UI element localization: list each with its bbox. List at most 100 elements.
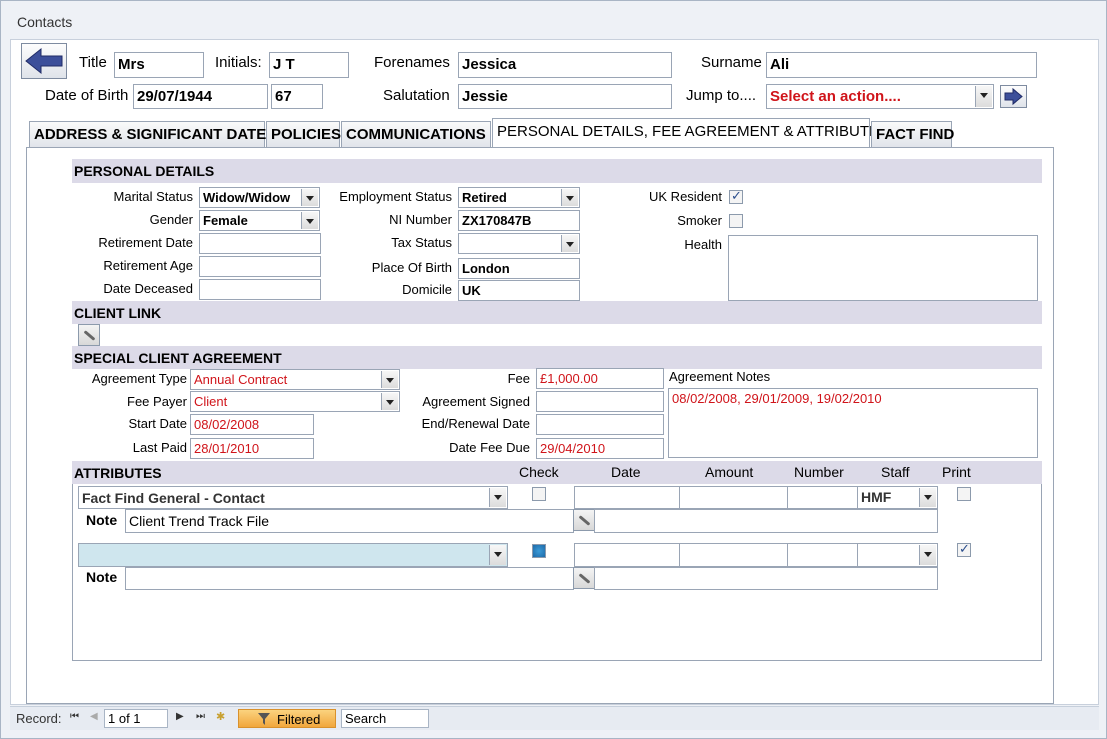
title-field[interactable]: Mrs: [114, 52, 204, 78]
tab-fact-find[interactable]: FACT FIND: [871, 121, 954, 147]
attribute-staff-value: HMF: [861, 489, 892, 505]
note-label: Note: [86, 512, 118, 528]
record-position-value: 1 of 1: [108, 711, 141, 726]
marital-status-select[interactable]: Widow/Widow: [199, 187, 320, 208]
employment-status-select[interactable]: Retired: [458, 187, 580, 208]
filtered-label: Filtered: [277, 712, 321, 727]
salutation-label: Salutation: [383, 87, 450, 104]
last-record-icon[interactable]: ⏭: [196, 711, 205, 722]
chevron-down-icon[interactable]: [975, 86, 992, 107]
first-record-icon[interactable]: ⏮: [70, 711, 79, 722]
date-fee-due-field[interactable]: 29/04/2010: [536, 438, 664, 459]
client-link-heading: CLIENT LINK: [72, 301, 1042, 324]
col-number: Number: [794, 464, 844, 480]
back-button[interactable]: [21, 43, 67, 79]
attribute-amount-field[interactable]: [679, 543, 788, 567]
attribute-select[interactable]: Fact Find General - Contact: [78, 486, 508, 509]
chevron-down-icon[interactable]: [489, 545, 506, 565]
salutation-field[interactable]: Jessie: [458, 84, 672, 109]
surname-field[interactable]: Ali: [766, 52, 1037, 78]
tab-personal-details[interactable]: PERSONAL DETAILS, FEE AGREEMENT & ATTRIB…: [492, 118, 889, 148]
agreement-type-label: Agreement Type: [91, 371, 187, 386]
attribute-check-checkbox[interactable]: [532, 544, 546, 558]
start-date-field[interactable]: 08/02/2008: [190, 414, 314, 435]
new-record-icon[interactable]: ✱: [216, 710, 225, 723]
record-navigation-bar: Record: ⏮ ◀ 1 of 1 ▶ ⏭ ✱ Filtered Search: [10, 706, 1099, 730]
retirement-age-field[interactable]: [199, 256, 321, 277]
note-extra-field[interactable]: [594, 567, 938, 590]
arrow-right-icon: [1004, 87, 1023, 106]
date-deceased-field[interactable]: [199, 279, 321, 300]
chevron-down-icon[interactable]: [381, 371, 398, 388]
chevron-down-icon[interactable]: [381, 393, 398, 410]
window-title: Contacts: [17, 14, 73, 30]
attribute-check-checkbox[interactable]: [532, 487, 546, 501]
domicile-field[interactable]: UK: [458, 280, 580, 301]
tax-status-label: Tax Status: [391, 235, 452, 250]
forenames-field[interactable]: Jessica: [458, 52, 672, 78]
jump-go-button[interactable]: [1000, 85, 1027, 108]
agreement-signed-label: Agreement Signed: [422, 394, 530, 409]
chevron-down-icon[interactable]: [561, 189, 578, 206]
jump-to-select[interactable]: Select an action....: [766, 84, 994, 109]
health-field[interactable]: [728, 235, 1038, 301]
note-field[interactable]: [125, 567, 574, 590]
tax-status-select[interactable]: [458, 233, 580, 254]
gender-select[interactable]: Female: [199, 210, 320, 231]
search-input[interactable]: Search: [341, 709, 429, 728]
attribute-number-field[interactable]: [787, 486, 858, 509]
agreement-signed-field[interactable]: [536, 391, 664, 412]
place-of-birth-field[interactable]: London: [458, 258, 580, 279]
employment-status-label: Employment Status: [339, 189, 452, 204]
window-titlebar: Contacts: [1, 1, 1106, 39]
dob-label: Date of Birth: [45, 87, 129, 104]
attribute-date-field[interactable]: [574, 543, 680, 567]
ni-number-label: NI Number: [389, 212, 452, 227]
tab-address[interactable]: ADDRESS & SIGNIFICANT DATES: [29, 121, 276, 147]
note-extra-field[interactable]: [594, 509, 938, 533]
chevron-down-icon[interactable]: [919, 545, 936, 565]
ni-number-field[interactable]: ZX170847B: [458, 210, 580, 231]
attribute-amount-field[interactable]: [679, 486, 788, 509]
initials-field[interactable]: J T: [269, 52, 349, 78]
uk-resident-checkbox[interactable]: [729, 188, 743, 204]
surname-label: Surname: [701, 54, 762, 71]
chevron-down-icon[interactable]: [561, 235, 578, 252]
filtered-toggle[interactable]: Filtered: [238, 709, 336, 728]
note-label: Note: [86, 569, 118, 585]
chevron-down-icon[interactable]: [301, 189, 318, 206]
chevron-down-icon[interactable]: [301, 212, 318, 229]
title-label: Title: [79, 54, 107, 71]
client-link-button[interactable]: [78, 324, 100, 346]
retirement-date-field[interactable]: [199, 233, 321, 254]
smoker-checkbox[interactable]: [729, 214, 743, 228]
attribute-select[interactable]: [78, 543, 508, 567]
agreement-type-select[interactable]: Annual Contract: [190, 369, 400, 390]
domicile-label: Domicile: [402, 282, 452, 297]
tab-communications[interactable]: COMMUNICATIONS: [341, 121, 491, 147]
attribute-staff-select[interactable]: [857, 543, 938, 567]
chevron-down-icon[interactable]: [919, 488, 936, 507]
record-position-field[interactable]: 1 of 1: [104, 709, 168, 728]
note-link-button[interactable]: [573, 567, 595, 589]
chevron-down-icon[interactable]: [489, 488, 506, 507]
attribute-print-checkbox[interactable]: [957, 541, 971, 557]
col-amount: Amount: [705, 464, 754, 480]
end-renewal-date-field[interactable]: [536, 414, 664, 435]
attribute-number-field[interactable]: [787, 543, 858, 567]
last-paid-field[interactable]: 28/01/2010: [190, 438, 314, 459]
attribute-print-checkbox[interactable]: [957, 487, 971, 501]
attribute-staff-select[interactable]: HMF: [857, 486, 938, 509]
attribute-date-field[interactable]: [574, 486, 680, 509]
fee-payer-select[interactable]: Client: [190, 391, 400, 412]
gender-value: Female: [203, 213, 248, 228]
end-renewal-date-label: End/Renewal Date: [421, 416, 530, 431]
dob-field[interactable]: 29/07/1944: [133, 84, 268, 109]
tab-policies[interactable]: POLICIES: [266, 121, 341, 147]
note-field[interactable]: Client Trend Track File: [125, 509, 574, 533]
fee-field[interactable]: £1,000.00: [536, 368, 664, 389]
note-link-button[interactable]: [573, 509, 595, 531]
next-record-icon[interactable]: ▶: [176, 711, 184, 722]
agreement-notes-field[interactable]: 08/02/2008, 29/01/2009, 19/02/2010: [668, 388, 1038, 458]
previous-record-icon[interactable]: ◀: [90, 711, 98, 722]
